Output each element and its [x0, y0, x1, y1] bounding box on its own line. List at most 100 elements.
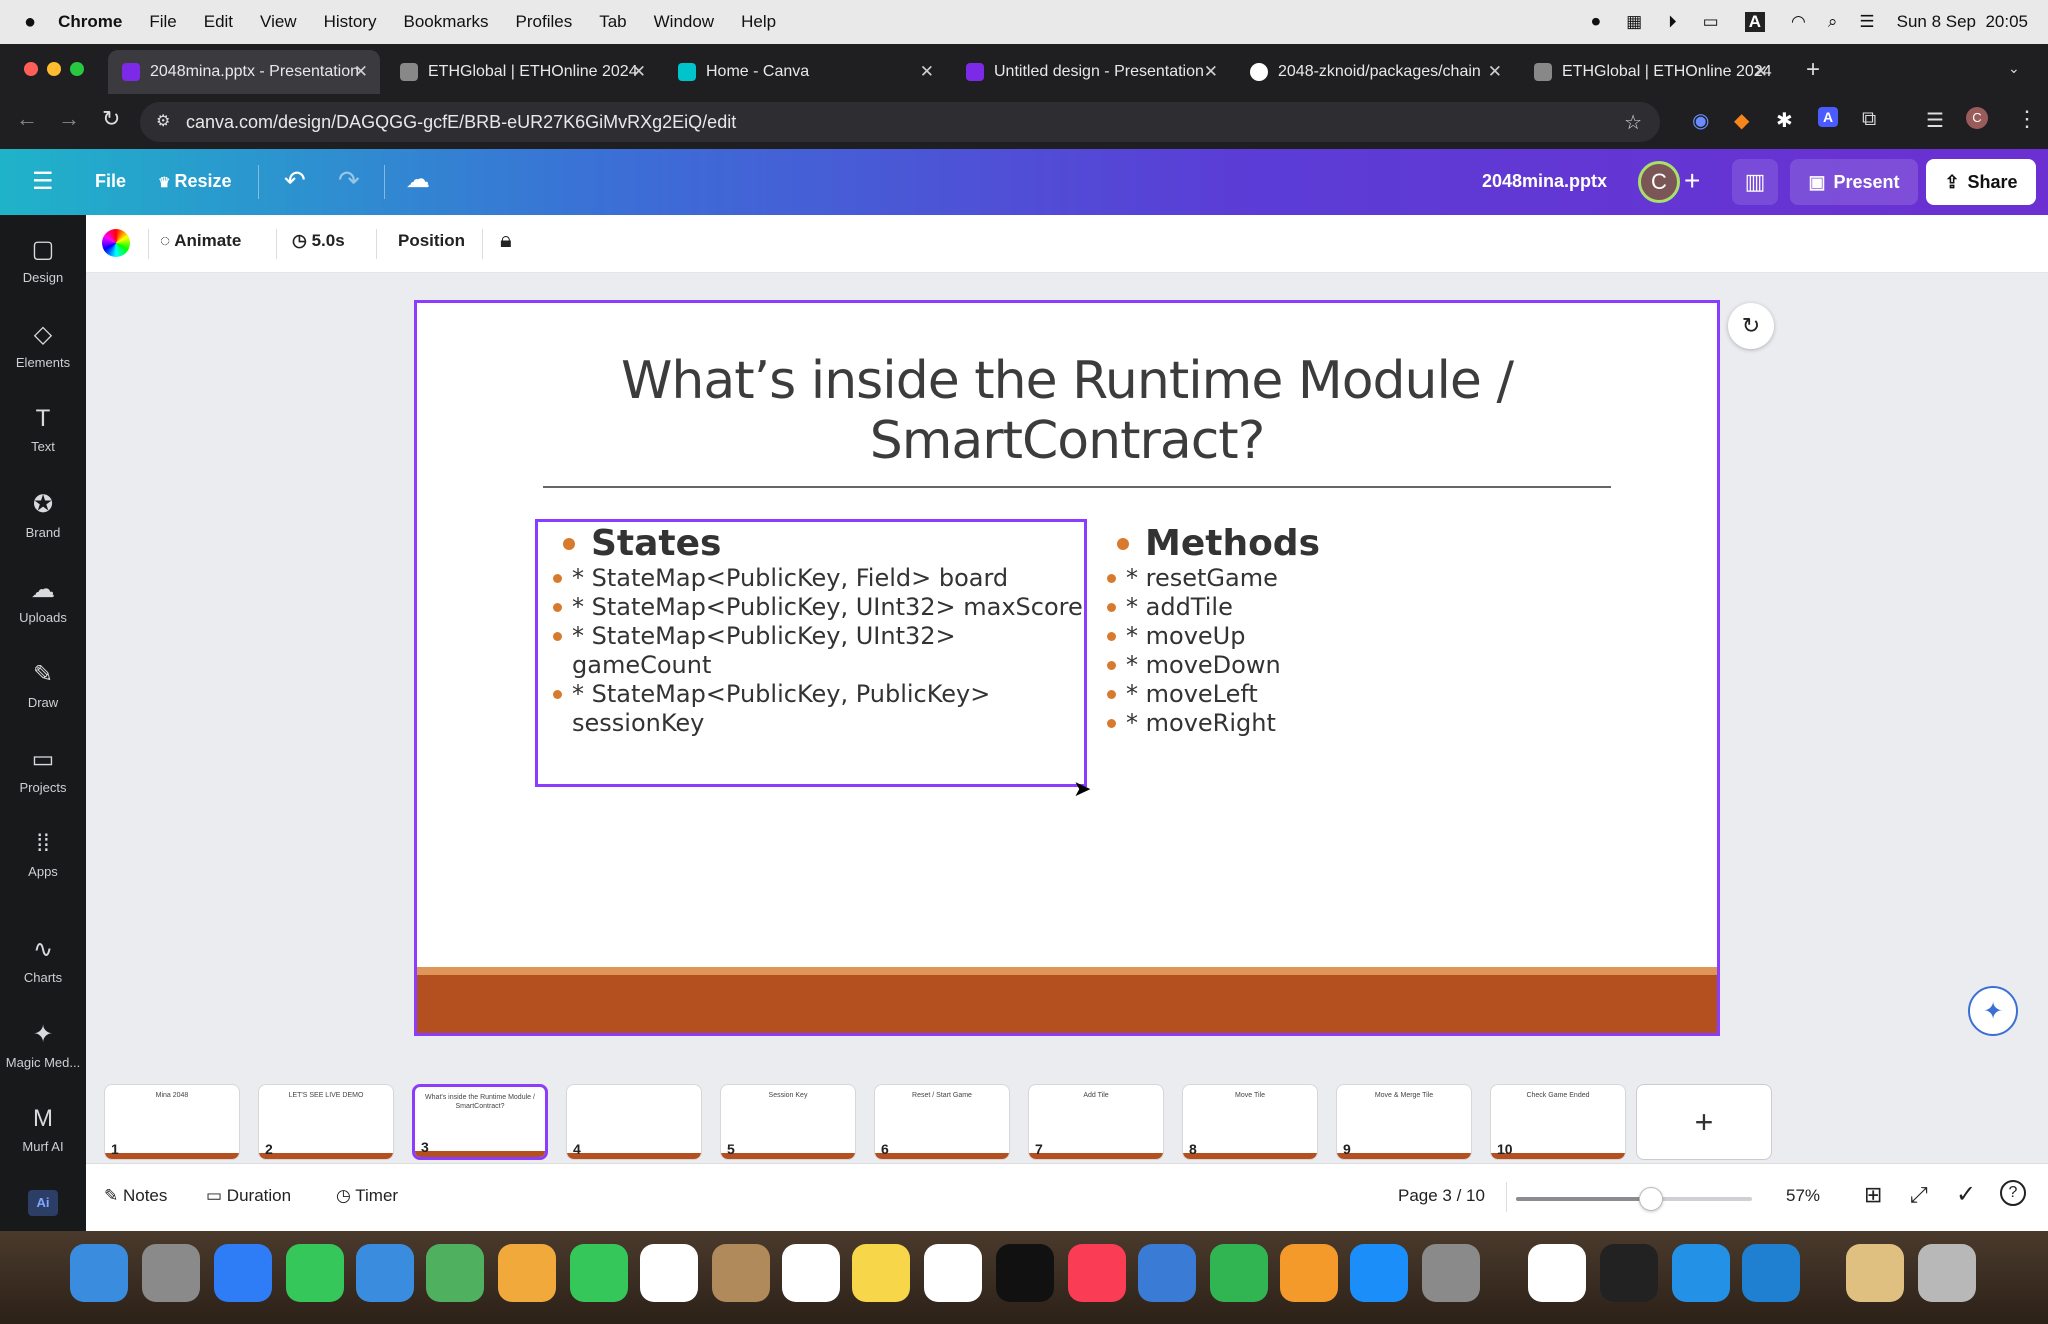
timer-button[interactable]: ◷ Timer — [336, 1186, 398, 1206]
sidebar-item-murf-ai[interactable]: M Murf AI — [0, 1105, 86, 1154]
slide-title[interactable]: What’s inside the Runtime Module / Smart… — [417, 351, 1717, 471]
menu-view[interactable]: View — [260, 12, 297, 32]
maximize-window-icon[interactable] — [70, 62, 84, 76]
extension-icon[interactable]: A — [1818, 107, 1838, 127]
menu-edit[interactable]: Edit — [204, 12, 233, 32]
pages-icon[interactable] — [1280, 1244, 1338, 1302]
extensions-puzzle-icon[interactable]: ⧉ — [1862, 108, 1876, 131]
hamburger-menu-icon[interactable]: ☰ — [32, 167, 54, 196]
sidebar-item-magic-med[interactable]: ✦ Magic Med... — [0, 1020, 86, 1070]
launchpad-icon[interactable] — [142, 1244, 200, 1302]
photos-icon[interactable] — [498, 1244, 556, 1302]
reload-icon[interactable]: ↻ — [102, 106, 120, 132]
document-title[interactable]: 2048mina.pptx — [1482, 171, 1607, 192]
system-settings-icon[interactable] — [1422, 1244, 1480, 1302]
slide-canvas[interactable]: What’s inside the Runtime Module / Smart… — [414, 300, 1720, 1036]
contacts-icon[interactable] — [712, 1244, 770, 1302]
page-thumbnail-4[interactable]: 4 — [566, 1084, 702, 1160]
menu-history[interactable]: History — [324, 12, 377, 32]
numbers-icon[interactable] — [1210, 1244, 1268, 1302]
close-tab-icon[interactable]: ✕ — [1754, 62, 1768, 82]
animate-button[interactable]: ◌ Animate — [160, 231, 241, 251]
notes-icon[interactable] — [852, 1244, 910, 1302]
menu-help[interactable]: Help — [741, 12, 776, 32]
safari-icon[interactable] — [214, 1244, 272, 1302]
preview-thumbnail-icon[interactable] — [1846, 1244, 1904, 1302]
page-thumbnail-7[interactable]: Add Tile 7 — [1028, 1084, 1164, 1160]
menu-bookmarks[interactable]: Bookmarks — [403, 12, 488, 32]
tab-untitled-design[interactable]: Untitled design - Presentation ✕ — [952, 50, 1230, 94]
spotlight-icon[interactable]: ⌕ — [1828, 12, 1838, 32]
apple-tv-icon[interactable] — [996, 1244, 1054, 1302]
sidebar-item-projects[interactable]: ▭ Projects — [0, 745, 86, 795]
page-thumbnail-6[interactable]: Reset / Start Game 6 — [874, 1084, 1010, 1160]
magic-assistant-button[interactable]: ✦ — [1968, 986, 2018, 1036]
chrome-icon[interactable] — [1528, 1244, 1586, 1302]
close-tab-icon[interactable]: ✕ — [1204, 62, 1218, 82]
maps-icon[interactable] — [426, 1244, 484, 1302]
close-window-icon[interactable] — [24, 62, 38, 76]
finder-icon[interactable] — [70, 1244, 128, 1302]
keynote-icon[interactable] — [1138, 1244, 1196, 1302]
app-name[interactable]: Chrome — [58, 12, 122, 32]
menu-tab[interactable]: Tab — [599, 12, 626, 32]
menu-file[interactable]: File — [149, 12, 176, 32]
sidebar-item-charts[interactable]: ∿ Charts — [0, 935, 86, 985]
battery-icon[interactable]: ▭ — [1703, 12, 1719, 32]
share-button[interactable]: ⇪ Share — [1926, 159, 2036, 205]
sidebar-item-draw[interactable]: ✎ Draw — [0, 660, 86, 710]
vscode-icon[interactable] — [1742, 1244, 1800, 1302]
new-tab-icon[interactable]: + — [1806, 56, 1820, 84]
duration-footer-button[interactable]: ▭ Duration — [206, 1186, 291, 1206]
calendar-icon[interactable] — [640, 1244, 698, 1302]
comment-add-button[interactable]: ↻ — [1728, 303, 1774, 349]
resize-button[interactable]: ♛ Resize — [158, 171, 232, 192]
position-button[interactable]: Position — [398, 231, 465, 251]
reminders-icon[interactable] — [782, 1244, 840, 1302]
color-picker-icon[interactable] — [102, 229, 130, 257]
tab-github[interactable]: 2048-zknoid/packages/chain ✕ — [1236, 50, 1514, 94]
close-tab-icon[interactable]: ✕ — [1488, 62, 1502, 82]
control-center-icon[interactable]: ☰ — [1859, 12, 1874, 32]
page-thumbnail-10[interactable]: Check Game Ended 10 — [1490, 1084, 1626, 1160]
close-tab-icon[interactable]: ✕ — [920, 62, 934, 82]
docker-status-icon[interactable]: ▦ — [1626, 12, 1642, 32]
duration-button[interactable]: ◷ 5.0s — [292, 231, 345, 251]
extension-icon[interactable]: ✱ — [1776, 108, 1793, 133]
page-thumbnail-5[interactable]: Session Key 5 — [720, 1084, 856, 1160]
terminal-icon[interactable] — [1600, 1244, 1658, 1302]
bookmark-star-icon[interactable]: ☆ — [1624, 110, 1642, 135]
sidebar-item-brand[interactable]: ✪ Brand — [0, 490, 86, 540]
profile-avatar[interactable]: C — [1966, 107, 1988, 129]
sidebar-item-design[interactable]: ▢ Design — [0, 235, 86, 285]
notes-button[interactable]: ✎ Notes — [104, 1186, 167, 1206]
page-thumbnail-2[interactable]: LET'S SEE LIVE DEMO 2 — [258, 1084, 394, 1160]
sidebar-item-text[interactable]: T Text — [0, 405, 86, 454]
clock[interactable]: Sun 8 Sep 20:05 — [1897, 12, 2028, 32]
record-icon[interactable]: ⏺ — [1592, 12, 1601, 32]
play-icon[interactable]: ⏵ — [1668, 12, 1677, 32]
sidebar-item-elements[interactable]: ◇ Elements — [0, 320, 86, 370]
grid-view-icon[interactable]: ⊞ — [1864, 1182, 1882, 1208]
mail-icon[interactable] — [356, 1244, 414, 1302]
redo-icon[interactable]: ↷ — [338, 165, 360, 196]
metamask-icon[interactable]: ◆ — [1734, 108, 1749, 133]
page-thumbnail-3[interactable]: What's inside the Runtime Module / Smart… — [412, 1084, 548, 1160]
insights-button[interactable]: ▥ — [1732, 159, 1778, 205]
fullscreen-icon[interactable]: ⤢ — [1910, 1182, 1928, 1208]
collaborator-avatar[interactable]: C — [1638, 161, 1680, 203]
input-source-icon[interactable]: A — [1744, 12, 1765, 32]
extension-icon[interactable]: ◉ — [1692, 108, 1709, 133]
minimize-window-icon[interactable] — [47, 62, 61, 76]
page-thumbnail-8[interactable]: Move Tile 8 — [1182, 1084, 1318, 1160]
sidebar-item-uploads[interactable]: ☁ Uploads — [0, 575, 86, 625]
menu-profiles[interactable]: Profiles — [516, 12, 573, 32]
tab-ethglobal-2[interactable]: ETHGlobal | ETHOnline 2024 ✕ — [1520, 50, 1780, 94]
address-bar[interactable]: ⚙ canva.com/design/DAGQGG-gcfE/BRB-eUR27… — [140, 102, 1660, 142]
sidebar-item-apps[interactable]: ⁞⁞ Apps — [0, 830, 86, 879]
app-store-icon[interactable] — [1350, 1244, 1408, 1302]
media-icon[interactable]: ☰ — [1926, 108, 1944, 133]
help-icon[interactable]: ? — [2000, 1180, 2026, 1206]
file-menu-button[interactable]: File — [95, 171, 126, 192]
menu-window[interactable]: Window — [654, 12, 714, 32]
